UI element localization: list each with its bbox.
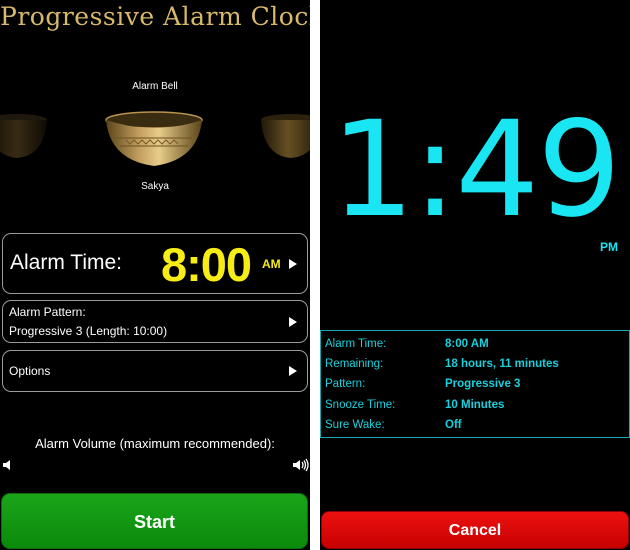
clock-ampm: PM: [600, 240, 618, 254]
bell-name-label: Sakya: [141, 181, 169, 192]
status-value: Progressive 3: [445, 378, 521, 390]
status-row: Alarm Time: 8:00 AM: [321, 335, 630, 355]
status-label: Sure Wake:: [325, 419, 385, 431]
status-row: Snooze Time: 10 Minutes: [321, 396, 630, 416]
alarm-pattern-row[interactable]: Alarm Pattern: Progressive 3 (Length: 10…: [2, 300, 308, 343]
status-row: Sure Wake: Off: [321, 416, 630, 436]
alarm-time-value: 8:00: [161, 238, 252, 291]
bell-category-label: Alarm Bell: [132, 81, 178, 92]
clock-time: 1:49: [330, 93, 621, 247]
status-value: Off: [445, 419, 462, 431]
status-label: Alarm Time:: [325, 338, 387, 350]
alarm-pattern-value: Progressive 3 (Length: 10:00): [9, 324, 168, 338]
options-label: Options: [9, 364, 51, 378]
start-button[interactable]: Start: [1, 493, 308, 549]
status-row: Remaining: 18 hours, 11 minutes: [321, 355, 630, 375]
alarm-running-screen: 1:49 PM Alarm Time: 8:00 AM Remaining: 1…: [320, 0, 630, 550]
status-value: 10 Minutes: [445, 399, 505, 411]
alarm-volume-label: Alarm Volume (maximum recommended):: [35, 436, 275, 451]
options-row[interactable]: Options: [2, 350, 308, 392]
status-value: 8:00 AM: [445, 338, 489, 350]
alarm-volume-slider[interactable]: [18, 464, 288, 467]
status-row: Pattern: Progressive 3: [321, 375, 630, 395]
disclosure-arrow-icon: [289, 366, 297, 376]
app-title: Progressive Alarm Clock: [0, 2, 310, 31]
speaker-low-icon: [3, 460, 10, 470]
cancel-button[interactable]: Cancel: [321, 511, 629, 549]
disclosure-arrow-icon: [289, 258, 297, 269]
bell-bowl-selected[interactable]: [104, 110, 204, 170]
status-label: Remaining:: [325, 358, 384, 370]
bell-bowl-next[interactable]: [260, 112, 310, 162]
speaker-high-icon: [293, 458, 309, 472]
status-label: Pattern:: [325, 378, 366, 390]
alarm-time-label: Alarm Time:: [10, 251, 123, 274]
alarm-time-row[interactable]: Alarm Time: 8:00 AM: [2, 233, 308, 294]
alarm-pattern-label: Alarm Pattern:: [9, 305, 86, 319]
alarm-status-panel: Alarm Time: 8:00 AM Remaining: 18 hours,…: [320, 330, 630, 438]
status-value: 18 hours, 11 minutes: [445, 358, 559, 370]
status-label: Snooze Time:: [325, 399, 396, 411]
alarm-setup-screen: Progressive Alarm Clock Alarm Bell Sakya…: [0, 0, 310, 550]
bell-bowl-previous[interactable]: [0, 112, 48, 162]
disclosure-arrow-icon: [289, 316, 297, 327]
alarm-time-ampm: AM: [262, 257, 281, 271]
